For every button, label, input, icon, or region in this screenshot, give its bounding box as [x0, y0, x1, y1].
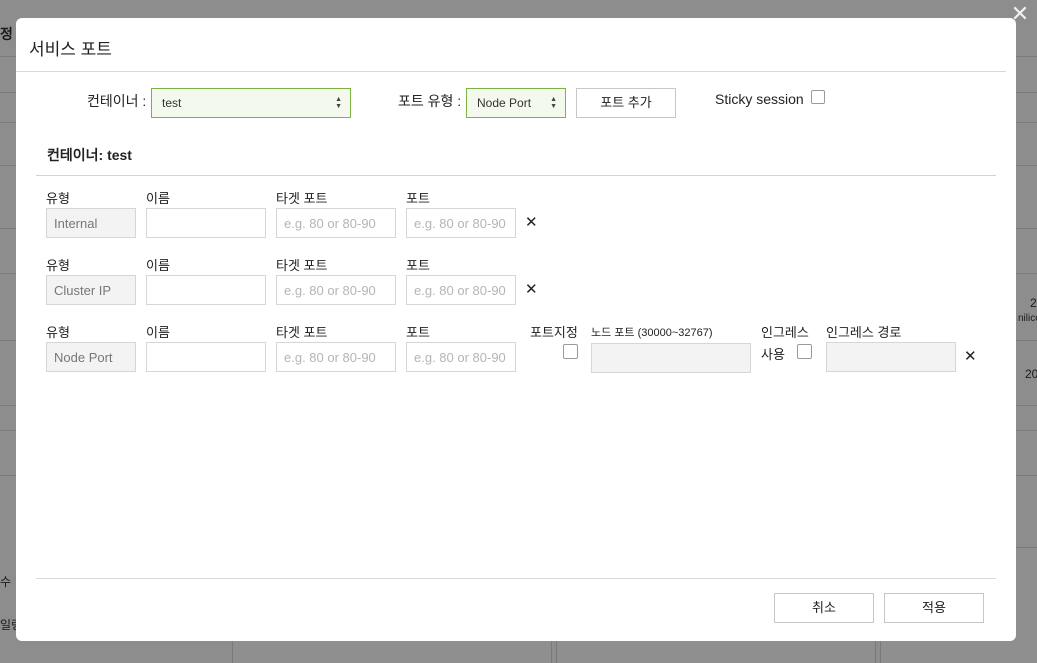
type-column-label: 유형: [46, 258, 70, 273]
name-column-label: 이름: [146, 325, 170, 340]
add-port-button[interactable]: 포트 추가: [576, 88, 676, 118]
port-name-input[interactable]: [146, 275, 266, 305]
dialog-title: 서비스 포트: [29, 40, 112, 59]
service-port-dialog: 서비스 포트 컨테이너 : test ▲ ▼ 포트 유형 : Node Port …: [16, 18, 1016, 641]
cancel-button[interactable]: 취소: [774, 593, 874, 623]
target-port-column-label: 타겟 포트: [276, 191, 328, 206]
target-port-input[interactable]: [276, 208, 396, 238]
port-assign-checkbox[interactable]: [563, 344, 578, 359]
port-assign-label: 포트지정: [530, 325, 578, 340]
bg-text: 20: [1025, 367, 1037, 381]
select-arrows-icon: ▲ ▼: [550, 96, 557, 110]
name-column-label: 이름: [146, 191, 170, 206]
port-name-input[interactable]: [146, 342, 266, 372]
port-input[interactable]: [406, 208, 516, 238]
node-port-input[interactable]: [591, 343, 751, 373]
bg-text: 수: [0, 575, 12, 589]
target-port-column-label: 타겟 포트: [276, 258, 328, 273]
port-type-label: 포트 유형 :: [398, 93, 462, 109]
divider: [16, 71, 1006, 72]
remove-row-icon[interactable]: ✕: [964, 349, 977, 364]
port-name-input[interactable]: [146, 208, 266, 238]
port-type-field: [46, 275, 136, 305]
port-column-label: 포트: [406, 258, 430, 273]
target-port-column-label: 타겟 포트: [276, 325, 328, 340]
divider: [36, 578, 996, 579]
port-type-select-value: Node Port: [477, 96, 532, 110]
type-column-label: 유형: [46, 191, 70, 206]
node-port-label: 노드 포트 (30000~32767): [591, 327, 713, 339]
type-column-label: 유형: [46, 325, 70, 340]
remove-row-icon[interactable]: ✕: [525, 215, 538, 230]
port-type-field: [46, 208, 136, 238]
port-input[interactable]: [406, 275, 516, 305]
port-input[interactable]: [406, 342, 516, 372]
bg-text: 정: [0, 26, 13, 42]
port-type-field: [46, 342, 136, 372]
divider: [36, 175, 996, 176]
ingress-use-label-2: 사용: [761, 347, 785, 362]
sticky-session-checkbox[interactable]: [811, 90, 825, 104]
sticky-session-label: Sticky session: [715, 91, 804, 107]
apply-button[interactable]: 적용: [884, 593, 984, 623]
port-column-label: 포트: [406, 325, 430, 340]
bg-text: 2: [1030, 296, 1037, 310]
port-column-label: 포트: [406, 191, 430, 206]
port-type-select[interactable]: Node Port ▲ ▼: [466, 88, 566, 118]
container-select-value: test: [162, 96, 182, 110]
ingress-use-label: 인그레스: [761, 325, 809, 340]
ingress-path-label: 인그레스 경로: [826, 325, 902, 340]
ingress-use-checkbox[interactable]: [797, 344, 812, 359]
select-arrows-icon: ▲ ▼: [335, 96, 342, 110]
bg-text: nilico: [1018, 313, 1037, 324]
name-column-label: 이름: [146, 258, 170, 273]
remove-row-icon[interactable]: ✕: [525, 282, 538, 297]
ingress-path-input[interactable]: [826, 342, 956, 372]
container-section-title: 컨테이너: test: [47, 147, 132, 163]
target-port-input[interactable]: [276, 342, 396, 372]
container-select[interactable]: test ▲ ▼: [151, 88, 351, 118]
container-label: 컨테이너 :: [87, 93, 147, 109]
target-port-input[interactable]: [276, 275, 396, 305]
